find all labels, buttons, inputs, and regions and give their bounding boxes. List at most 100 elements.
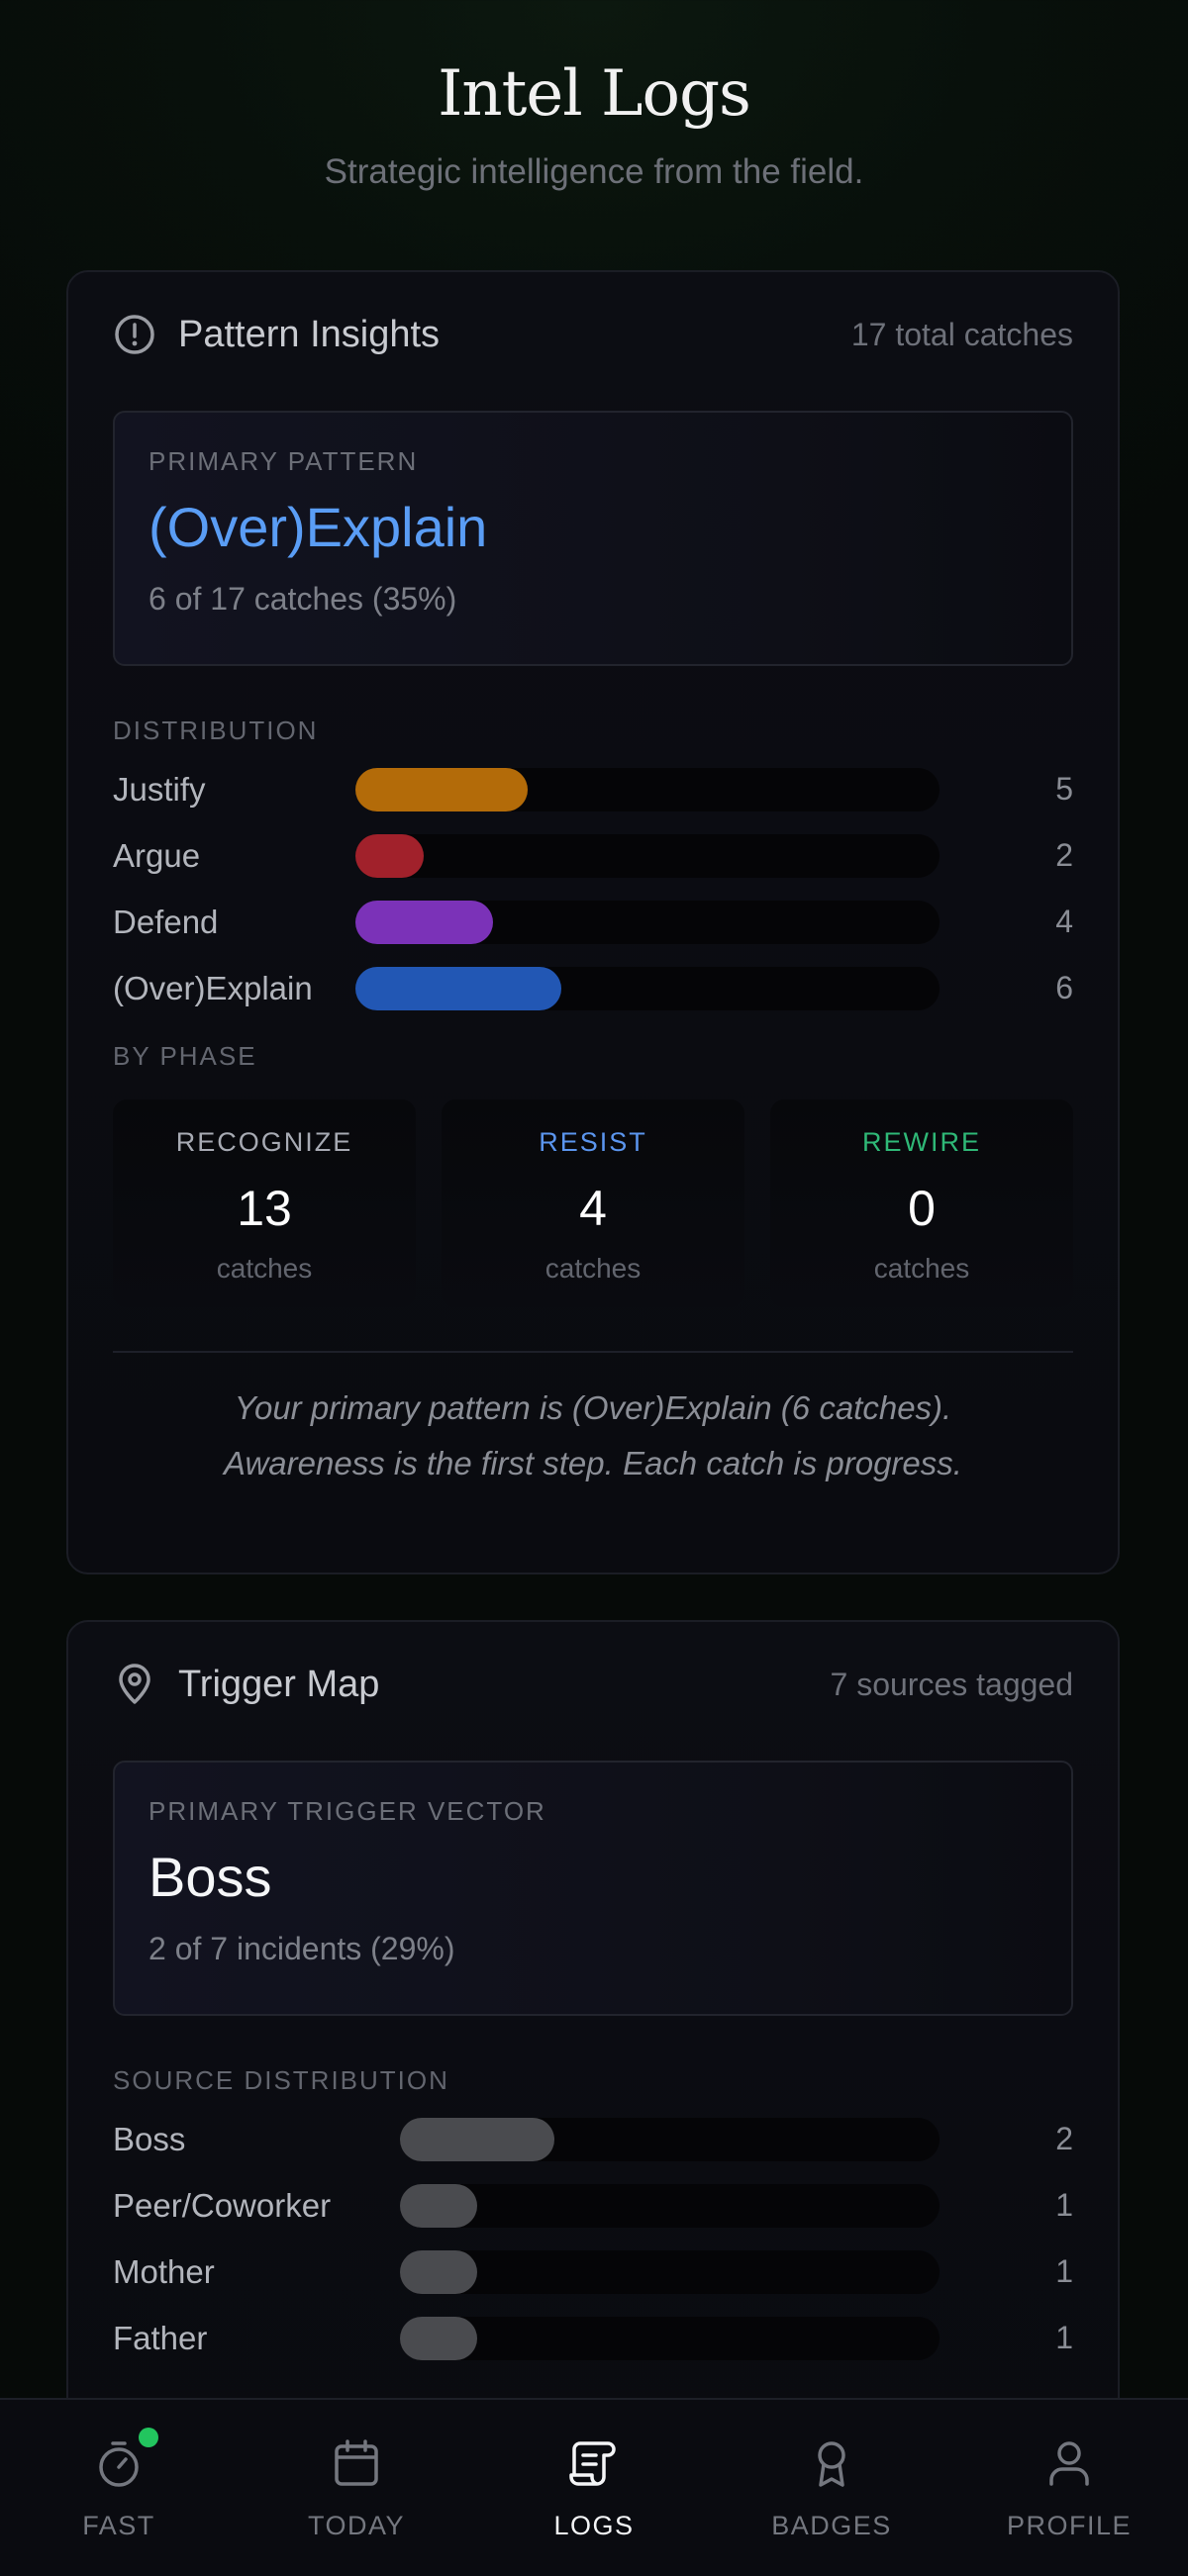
- insight-line-2: Awareness is the first step. Each catch …: [224, 1445, 962, 1481]
- row-count: 4: [1055, 904, 1073, 939]
- award-icon: [804, 2435, 859, 2491]
- insight-text: Your primary pattern is (Over)Explain (6…: [68, 1381, 1118, 1491]
- pattern-insights-card: Pattern Insights 17 total catches PRIMAR…: [66, 270, 1120, 1574]
- phase-card-rewire: REWIRE 0 catches: [770, 1099, 1073, 1307]
- phase-name: RESIST: [539, 1127, 647, 1157]
- phase-unit: catches: [544, 1253, 642, 1284]
- bar-fill: [355, 833, 425, 878]
- row-count: 1: [1055, 2253, 1073, 2289]
- total-catches: 17 total catches: [850, 316, 1073, 352]
- tab-label: TODAY: [307, 2511, 406, 2540]
- card-title: Pattern Insights: [178, 313, 441, 355]
- phase-unit: catches: [873, 1253, 970, 1284]
- tab-logs[interactable]: LOGS: [495, 2400, 693, 2576]
- bar-track: [355, 966, 940, 1010]
- row-label: Defend: [113, 903, 219, 940]
- pattern-distribution: Justify 5 Argue 2 Defend 4 (Over)Explain 6: [68, 756, 1118, 1021]
- bar-track: [355, 900, 940, 944]
- bar-track: [400, 2117, 940, 2161]
- bar-fill: [355, 767, 528, 811]
- row-label: Peer/Coworker: [113, 2186, 332, 2224]
- phase-card-recognize: RECOGNIZE 13 catches: [113, 1099, 416, 1307]
- scroll-icon: [566, 2435, 622, 2491]
- primary-trigger-label: PRIMARY TRIGGER VECTOR: [148, 1796, 546, 1826]
- row-label: Argue: [113, 836, 201, 874]
- row-label: (Over)Explain: [113, 969, 313, 1006]
- distribution-row: Father 1: [68, 2305, 1118, 2371]
- pattern-insights-header: Pattern Insights 17 total catches: [68, 300, 1118, 369]
- distribution-row: Boss 2: [68, 2106, 1118, 2172]
- tab-label: FAST: [82, 2511, 155, 2540]
- distribution-row: Justify 5: [68, 756, 1118, 822]
- row-label: Boss: [113, 2120, 186, 2157]
- primary-trigger-box: PRIMARY TRIGGER VECTOR Boss 2 of 7 incid…: [113, 1761, 1073, 2016]
- row-count: 1: [1055, 2187, 1073, 2223]
- phase-unit: catches: [216, 1253, 313, 1284]
- page-subtitle: Strategic intelligence from the field.: [324, 152, 864, 191]
- distribution-row: Peer/Coworker 1: [68, 2172, 1118, 2239]
- phase-count: 0: [908, 1181, 936, 1236]
- distribution-row: Mother 1: [68, 2239, 1118, 2305]
- phase-cards: RECOGNIZE 13 catches RESIST 4 catches RE…: [113, 1099, 1073, 1307]
- alert-circle-icon: [113, 313, 156, 356]
- bar-track: [400, 2249, 940, 2294]
- calendar-icon: [329, 2435, 384, 2491]
- map-pin-icon: [113, 1663, 156, 1706]
- bar-track: [355, 833, 940, 878]
- stopwatch-icon: [91, 2428, 158, 2491]
- primary-trigger-value: Boss: [148, 1846, 272, 1908]
- bar-fill: [400, 2249, 477, 2294]
- tab-label: PROFILE: [1006, 2511, 1133, 2540]
- distribution-row: Defend 4: [68, 889, 1118, 955]
- primary-pattern-detail: 6 of 17 catches (35%): [148, 581, 457, 617]
- bar-fill: [400, 2316, 477, 2360]
- distribution-label: DISTRIBUTION: [113, 716, 319, 745]
- sources-tagged: 7 sources tagged: [830, 1666, 1074, 1702]
- bottom-tab-bar: FAST TODAY LOGS BADGES PROFILE: [0, 2398, 1188, 2576]
- phase-name: RECOGNIZE: [175, 1127, 353, 1157]
- row-label: Justify: [113, 770, 206, 808]
- bar-track: [355, 767, 940, 811]
- tab-label: LOGS: [553, 2511, 635, 2540]
- bar-fill: [400, 2117, 554, 2161]
- bar-track: [400, 2316, 940, 2360]
- source-distribution-label: SOURCE DISTRIBUTION: [113, 2065, 449, 2095]
- primary-trigger-detail: 2 of 7 incidents (29%): [148, 1931, 455, 1966]
- tab-fast[interactable]: FAST: [20, 2400, 218, 2576]
- phase-count: 13: [237, 1181, 292, 1236]
- status-dot: [139, 2428, 158, 2447]
- bar-track: [400, 2183, 940, 2228]
- tab-profile[interactable]: PROFILE: [970, 2400, 1168, 2576]
- row-label: Mother: [113, 2252, 215, 2290]
- tab-label: BADGES: [771, 2511, 892, 2540]
- row-count: 5: [1055, 771, 1073, 807]
- tab-badges[interactable]: BADGES: [733, 2400, 931, 2576]
- page-title: Intel Logs: [438, 57, 751, 131]
- insight-line-1: Your primary pattern is (Over)Explain (6…: [234, 1389, 952, 1426]
- row-label: Father: [113, 2319, 208, 2356]
- page-header: Intel Logs Strategic intelligence from t…: [0, 0, 1188, 192]
- bar-fill: [355, 900, 493, 944]
- row-count: 6: [1055, 970, 1073, 1005]
- row-count: 1: [1055, 2320, 1073, 2355]
- source-distribution: Boss 2 Peer/Coworker 1 Mother 1 Father 1: [68, 2106, 1118, 2371]
- card-title: Trigger Map: [178, 1663, 380, 1705]
- phase-count: 4: [579, 1181, 607, 1236]
- phase-card-resist: RESIST 4 catches: [442, 1099, 744, 1307]
- user-icon: [1041, 2435, 1097, 2491]
- bar-fill: [355, 966, 562, 1010]
- primary-pattern-label: PRIMARY PATTERN: [148, 446, 419, 476]
- primary-pattern-box: PRIMARY PATTERN (Over)Explain 6 of 17 ca…: [113, 411, 1073, 666]
- divider: [113, 1351, 1073, 1353]
- trigger-map-header: Trigger Map 7 sources tagged: [68, 1650, 1118, 1719]
- phase-label: BY PHASE: [113, 1041, 257, 1071]
- primary-pattern-value: (Over)Explain: [148, 496, 488, 558]
- phase-name: REWIRE: [862, 1127, 981, 1157]
- distribution-row: Argue 2: [68, 822, 1118, 889]
- bar-fill: [400, 2183, 477, 2228]
- row-count: 2: [1055, 837, 1073, 873]
- distribution-row: (Over)Explain 6: [68, 955, 1118, 1021]
- tab-today[interactable]: TODAY: [257, 2400, 455, 2576]
- row-count: 2: [1055, 2121, 1073, 2156]
- trigger-map-card: Trigger Map 7 sources tagged PRIMARY TRI…: [66, 1620, 1120, 2511]
